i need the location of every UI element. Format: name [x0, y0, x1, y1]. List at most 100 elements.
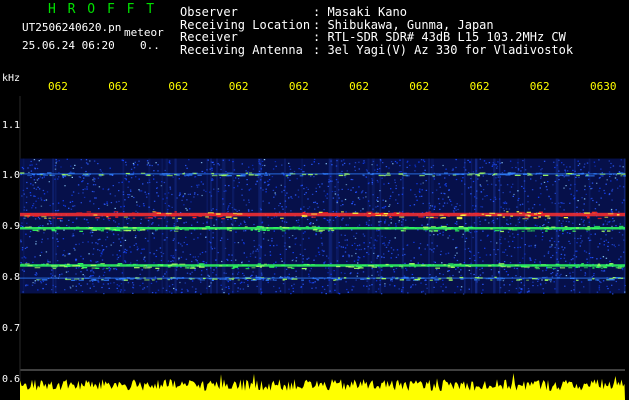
noise-speck: [519, 276, 522, 278]
noise-speck: [424, 293, 427, 295]
noise-speck: [584, 272, 586, 274]
noise-speck: [193, 193, 196, 195]
noise-speck: [192, 256, 195, 258]
band-speck: [609, 215, 613, 217]
band-speck: [83, 174, 87, 176]
noise-speck: [310, 175, 312, 177]
noise-speck: [36, 167, 39, 170]
noise-speck: [83, 196, 86, 198]
noise-speck: [353, 260, 356, 262]
band-speck: [586, 217, 590, 219]
band-speck: [516, 211, 520, 213]
noise-speck: [518, 287, 521, 289]
noise-speck: [534, 261, 536, 263]
noise-speck: [618, 258, 620, 260]
noise-speck: [146, 160, 149, 162]
band-speck: [219, 278, 226, 280]
noise-speck: [537, 285, 539, 287]
noise-speck: [354, 162, 357, 164]
band-speck: [448, 263, 454, 265]
noise-speck: [504, 202, 506, 204]
band-speck: [464, 229, 470, 231]
noise-speck: [418, 248, 420, 250]
noise-speck: [444, 184, 446, 186]
band-speck: [283, 227, 290, 229]
noise-speck: [291, 259, 294, 262]
band-speck: [318, 211, 323, 213]
noise-speck: [108, 287, 110, 289]
band-speck: [456, 217, 463, 220]
band-speck: [208, 213, 213, 215]
noise-speck: [288, 273, 290, 275]
noise-speck: [294, 243, 297, 245]
noise-speck: [439, 254, 442, 256]
noise-speck: [306, 258, 308, 260]
noise-speck: [127, 186, 129, 188]
band-speck: [26, 216, 29, 218]
band-speck: [398, 173, 404, 175]
noise-speck: [307, 198, 309, 200]
noise-speck: [75, 260, 77, 262]
noise-streak: [55, 158, 57, 294]
x-tick-label: 062: [469, 80, 490, 93]
noise-speck: [75, 243, 77, 246]
noise-speck: [525, 220, 527, 222]
noise-speck: [594, 208, 597, 210]
band-speck: [443, 264, 446, 266]
band-speck: [27, 213, 31, 215]
noise-speck: [235, 209, 237, 211]
noise-speck: [106, 201, 108, 203]
noise-speck: [602, 280, 605, 282]
band-speck: [292, 226, 295, 228]
noise-speck: [578, 163, 581, 165]
noise-speck: [191, 286, 194, 288]
noise-speck: [25, 209, 28, 211]
band-speck: [535, 172, 541, 175]
file-name: UT2506240620.pn: [22, 21, 122, 34]
band-speck: [468, 226, 474, 228]
noise-speck: [586, 261, 589, 263]
noise-speck: [404, 253, 406, 256]
noise-speck: [455, 178, 458, 181]
band-speck: [92, 279, 95, 281]
band-speck: [403, 276, 409, 279]
band-speck: [452, 174, 457, 176]
app-title: H R O F F T: [48, 2, 157, 17]
noise-speck: [109, 269, 111, 271]
noise-speck: [481, 166, 484, 168]
noise-speck: [384, 244, 386, 246]
noise-speck: [185, 207, 187, 210]
noise-speck: [162, 253, 165, 255]
band-speck: [152, 279, 155, 281]
noise-speck: [37, 178, 40, 180]
noise-speck: [308, 273, 310, 275]
noise-speck: [540, 177, 542, 179]
noise-speck: [572, 258, 574, 260]
noise-speck: [424, 248, 426, 250]
noise-speck: [591, 276, 593, 278]
noise-speck: [512, 233, 514, 235]
x-tick-label: 062: [349, 80, 369, 93]
noise-speck: [321, 242, 323, 244]
band-speck: [527, 172, 530, 175]
noise-speck: [423, 216, 425, 218]
noise-speck: [83, 177, 85, 179]
noise-speck: [490, 269, 493, 271]
noise-speck: [610, 208, 613, 211]
noise-speck: [188, 159, 190, 161]
noise-speck: [37, 216, 40, 219]
noise-speck: [35, 188, 38, 190]
noise-speck: [106, 204, 109, 206]
noise-speck: [590, 233, 592, 235]
noise-speck: [438, 183, 440, 185]
noise-speck: [383, 242, 385, 244]
noise-speck: [40, 199, 43, 201]
noise-speck: [255, 183, 257, 185]
noise-speck: [320, 237, 323, 239]
noise-speck: [125, 178, 127, 180]
noise-speck: [481, 292, 483, 294]
noise-speck: [147, 230, 149, 232]
noise-speck: [460, 274, 462, 277]
noise-speck: [513, 267, 516, 269]
noise-speck: [141, 269, 143, 271]
